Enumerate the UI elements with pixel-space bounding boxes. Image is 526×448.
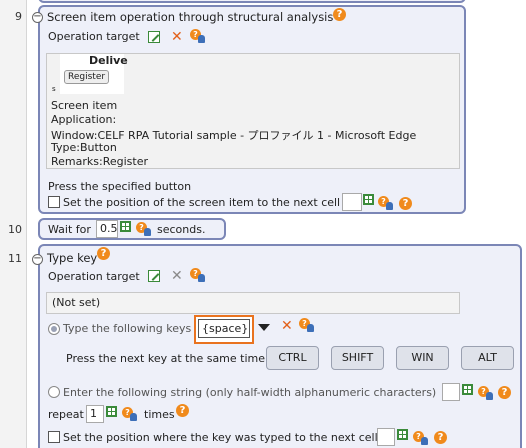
user-help-icon[interactable]: ?	[190, 29, 206, 43]
key-position-cell-field[interactable]	[377, 428, 395, 446]
next-cell-field[interactable]	[342, 193, 362, 211]
shift-key-button[interactable]: SHIFT	[331, 346, 384, 370]
cell-grid-icon[interactable]	[106, 406, 117, 417]
user-help-icon[interactable]: ?	[299, 318, 315, 332]
alt-key-button[interactable]: ALT	[461, 346, 514, 370]
previous-card-edge	[38, 0, 466, 3]
help-icon[interactable]: ?	[399, 197, 412, 210]
edit-target-icon[interactable]	[148, 270, 160, 282]
preview-line: Type:Button	[51, 141, 117, 154]
type-keys-radio[interactable]	[48, 323, 60, 335]
user-help-icon[interactable]: ?	[190, 268, 206, 282]
dropdown-arrow-icon[interactable]	[258, 324, 270, 331]
clear-icon[interactable]: ✕	[171, 269, 183, 283]
cell-grid-icon[interactable]	[363, 194, 374, 205]
row-number-9: 9	[15, 10, 22, 23]
operation-target-label: Operation target	[48, 30, 140, 43]
clear-icon[interactable]: ✕	[281, 319, 293, 333]
user-help-icon[interactable]: ?	[136, 222, 152, 236]
screen-item-preview: Delive Register s Screen item Applicatio…	[46, 53, 460, 169]
card-title: Screen item operation through structural…	[47, 10, 334, 24]
ctrl-key-button[interactable]: CTRL	[266, 346, 319, 370]
repeat-count-field[interactable]: 1	[86, 405, 104, 423]
help-icon[interactable]: ?	[434, 431, 447, 444]
wait-label: Wait for	[48, 223, 91, 236]
set-key-position-label: Set the position where the key was typed…	[63, 431, 378, 444]
cell-grid-icon[interactable]	[397, 429, 408, 440]
thumbnail-mark: s	[52, 85, 56, 93]
collapse-icon[interactable]: −	[32, 12, 43, 23]
help-icon[interactable]: ?	[498, 386, 511, 399]
user-help-icon[interactable]: ?	[378, 196, 394, 210]
set-key-position-checkbox[interactable]	[48, 431, 60, 443]
win-key-button[interactable]: WIN	[396, 346, 449, 370]
set-position-label: Set the position of the screen item to t…	[63, 196, 341, 209]
row-number-11: 11	[8, 252, 22, 265]
cell-grid-icon[interactable]	[120, 221, 131, 232]
clear-icon[interactable]: ✕	[171, 30, 183, 44]
repeat-label: repeat	[48, 408, 84, 421]
press-next-key-label: Press the next key at the same time	[66, 352, 266, 365]
cell-grid-icon[interactable]	[462, 384, 473, 395]
enter-string-label: Enter the following string (only half-wi…	[63, 386, 437, 399]
action-text: Press the specified button	[48, 180, 192, 193]
user-help-icon[interactable]: ?	[122, 407, 138, 421]
help-icon[interactable]: ?	[97, 247, 110, 260]
times-label: times	[144, 408, 175, 421]
set-position-checkbox[interactable]	[48, 196, 60, 208]
thumbnail-heading: Delive	[89, 54, 128, 67]
operation-target-value: (Not set)	[46, 292, 460, 314]
operation-target-label: Operation target	[48, 270, 140, 283]
card-title: Type key	[47, 251, 98, 265]
user-help-icon[interactable]: ?	[478, 386, 494, 400]
key-field-value: {space}	[198, 319, 250, 338]
enter-string-field[interactable]	[442, 383, 460, 401]
preview-line: Application:	[51, 113, 117, 126]
preview-line: Remarks:Register	[51, 155, 148, 168]
preview-line: Screen item	[51, 99, 118, 112]
collapse-icon[interactable]: −	[32, 254, 43, 265]
thumbnail-button: Register	[64, 70, 110, 84]
row-number-10: 10	[8, 223, 22, 236]
wait-seconds-field[interactable]: 0.5	[96, 220, 118, 238]
help-icon[interactable]: ?	[176, 404, 189, 417]
type-keys-label: Type the following keys	[63, 322, 192, 335]
enter-string-radio[interactable]	[48, 386, 60, 398]
wait-unit-label: seconds.	[157, 223, 206, 236]
help-icon[interactable]: ?	[333, 8, 346, 21]
user-help-icon[interactable]: ?	[413, 431, 429, 445]
edit-target-icon[interactable]	[148, 31, 160, 43]
